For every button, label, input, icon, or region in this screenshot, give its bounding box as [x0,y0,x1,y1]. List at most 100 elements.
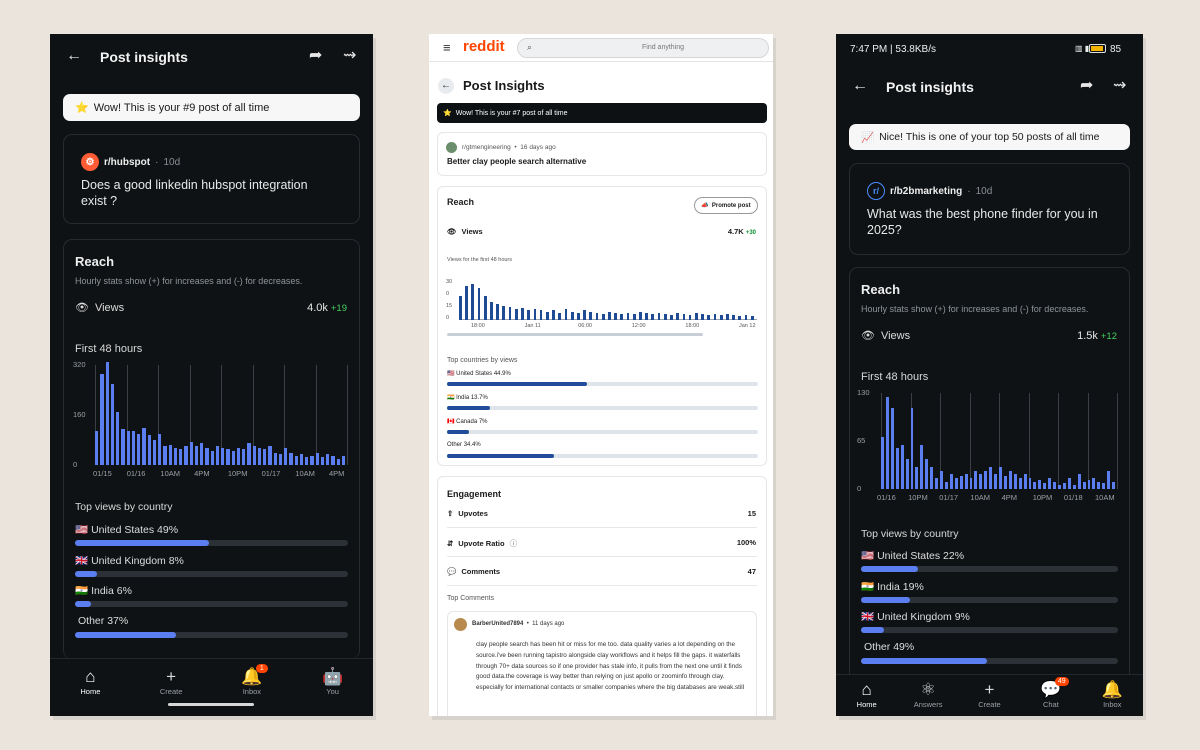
chart-title: Views for the first 48 hours [447,257,513,263]
search-icon: ⌕ [527,42,533,52]
chart-bar [179,449,183,465]
views-row: 👁 Views [447,227,483,236]
nav-inbox[interactable]: 🔔 Inbox [1082,680,1142,709]
chart-bar [713,314,717,320]
country-name: United Kingdom [877,611,955,623]
upvote-icon: ⇧ [447,509,454,518]
chart-bar [110,383,114,465]
chart-bar [608,311,611,320]
chart-bar [100,374,104,465]
chart-y-tick: 15 [446,303,453,309]
crosspost-icon[interactable]: ⇝ [343,48,356,64]
chart-x-tick: 12:00 [631,323,646,329]
chart-bar [273,452,277,465]
chart-y-tick: 160 [73,410,86,419]
chart-bar [459,296,462,320]
views-value: 1.5k +12 [1077,330,1117,342]
chart-bar [964,474,968,489]
country-bar-track [861,627,1118,633]
nav-home[interactable]: ⌂ Home [837,680,897,709]
share-icon[interactable]: ➦ [1080,78,1093,94]
country-percent: 49% [157,524,179,536]
subreddit-avatar [446,142,457,153]
promote-post-button[interactable]: 📣 Promote post [694,197,758,214]
chart-bar [326,454,330,465]
nav-chat[interactable]: 💬 Chat 49 [1021,677,1081,709]
chart-bar [1023,474,1027,489]
chart-bar [126,430,130,465]
nav-create[interactable]: + Create [141,667,201,696]
chart-bar [969,477,973,489]
chart-gridline [1028,393,1030,489]
chart-bar [944,481,948,489]
eye-icon: 👁 [861,330,875,342]
chart-bar [1102,483,1106,489]
chart-y-tick: 320 [73,360,86,369]
flag-icon: 🇺🇸 [75,524,89,536]
post-card[interactable]: r/ r/b2bmarketing · 10d What was the bes… [849,163,1130,255]
chart-x-tick: 06:00 [578,323,592,329]
back-arrow-icon[interactable]: ← [66,48,82,64]
country-label: 🇺🇸 United States 49% [75,523,178,536]
chart-gridline [347,365,348,465]
achievement-banner: ⭐ Wow! This is your #9 post of all time [63,94,360,121]
nav-create[interactable]: + Create [959,680,1019,709]
country-bar-track [75,601,348,607]
country-label: Other 34.4% [447,442,481,448]
menu-icon[interactable]: ≡ [443,40,451,55]
subreddit-row: ⚙ r/hubspot · 10d [81,153,180,171]
search-bar[interactable]: ⌕ Find anything [517,38,769,58]
chart-bar [152,440,156,465]
share-icon[interactable]: ➦ [309,48,322,64]
chart-bar [545,311,549,320]
chart-bar [657,312,661,320]
chart-x-tick: 4PM [194,469,210,478]
plus-icon: + [166,667,177,686]
chart-bar [750,316,754,320]
chart-bar [105,361,109,465]
nav-home[interactable]: ⌂ Home [60,667,120,696]
chart-bar [994,474,998,489]
chart-bar [1087,480,1091,489]
chart-x-tick: 10AM [160,469,181,478]
country-percent: 9% [954,611,970,623]
upvotes-value: 15 [747,509,756,518]
engagement-title: Engagement [447,489,502,499]
chart-bar [116,411,120,465]
crosspost-icon[interactable]: ⇝ [1113,78,1126,94]
chart-bar [247,443,251,465]
chart-bar [465,286,468,320]
reach-subtitle: Hourly stats show (+) for increases and … [75,276,303,286]
search-placeholder: Find anything [642,44,685,51]
top-countries-title: Top countries by views [447,357,518,364]
comment-card[interactable]: BarberUnited7894 • 11 days ago clay peop… [447,611,757,716]
views-bar-chart [459,284,757,320]
subreddit-name[interactable]: r/hubspot [104,157,150,168]
nav-inbox[interactable]: 🔔 Inbox 1 [222,664,282,696]
chart-bar [725,314,729,320]
chart-bar [341,455,345,465]
eye-icon: 👁 [447,227,457,236]
reddit-logo[interactable]: reddit [463,38,505,55]
chart-bar [1077,474,1081,489]
flag-icon: 🇺🇸 [861,550,875,562]
chart-title: First 48 hours [861,371,929,383]
chart-bar [539,310,543,320]
chart-bar [521,308,524,320]
chart-x-tick: 18:00 [471,323,485,329]
nav-you[interactable]: 🤖 You [303,667,363,696]
chart-bar [496,304,500,320]
nav-answers[interactable]: ⚛ Answers [898,680,958,709]
chart-y-tick: 0 [446,291,450,297]
info-icon[interactable]: ⓘ [510,538,518,549]
subreddit-name[interactable]: r/b2bmarketing [890,186,962,197]
chart-scrollbar[interactable] [447,333,703,336]
back-arrow-icon[interactable]: ← [852,78,868,94]
chart-bar [252,446,256,465]
country-percent: 37% [107,614,129,627]
chart-bar [305,457,309,465]
post-card[interactable]: r/gtmengineering • 16 days ago Better cl… [437,132,767,176]
back-button[interactable]: ← [438,78,454,94]
post-card[interactable]: ⚙ r/hubspot · 10d Does a good linkedin h… [63,134,360,224]
chart-bar [527,310,531,320]
